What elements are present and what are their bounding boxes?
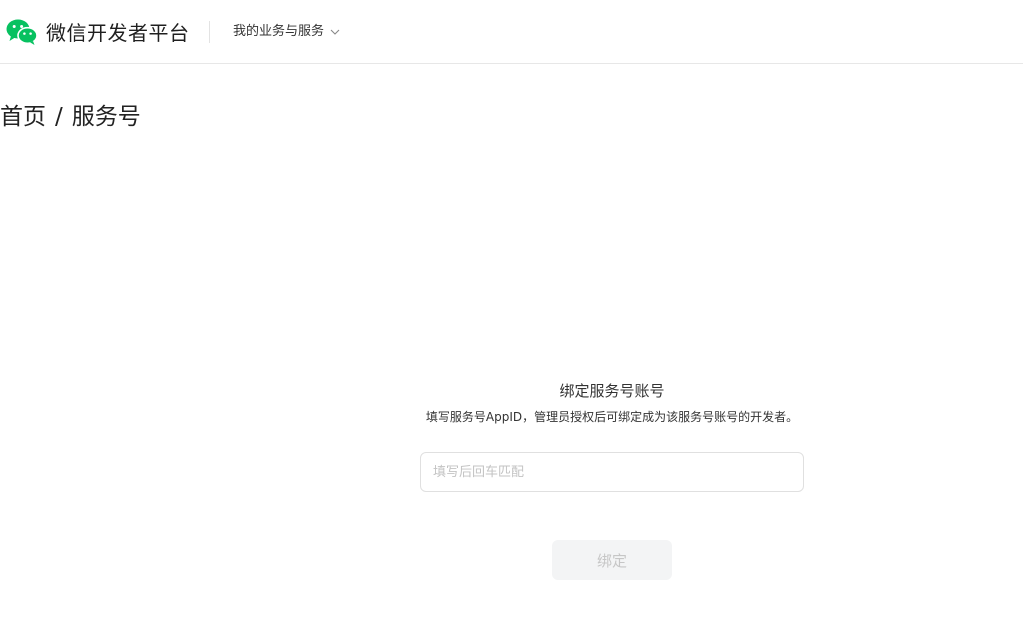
wechat-icon[interactable] [6, 18, 38, 46]
bind-panel-title: 绑定服务号账号 [559, 382, 665, 400]
breadcrumb-home[interactable]: 首页 [0, 102, 46, 132]
breadcrumb-separator: / [55, 104, 63, 130]
header-divider [209, 21, 210, 43]
bind-button[interactable]: 绑定 [552, 540, 672, 580]
menu-label: 我的业务与服务 [233, 24, 325, 39]
platform-title[interactable]: 微信开发者平台 [46, 20, 190, 46]
my-business-services-menu[interactable]: 我的业务与服务 [233, 22, 340, 42]
top-navigation-bar: 微信开发者平台 我的业务与服务 [0, 0, 1023, 64]
breadcrumb: 首页 / 服务号 [0, 102, 141, 132]
chevron-down-icon [330, 29, 340, 35]
appid-input[interactable] [420, 452, 804, 492]
breadcrumb-current: 服务号 [71, 104, 141, 130]
bind-panel-description: 填写服务号AppID，管理员授权后可绑定成为该服务号账号的开发者。 [425, 410, 799, 424]
